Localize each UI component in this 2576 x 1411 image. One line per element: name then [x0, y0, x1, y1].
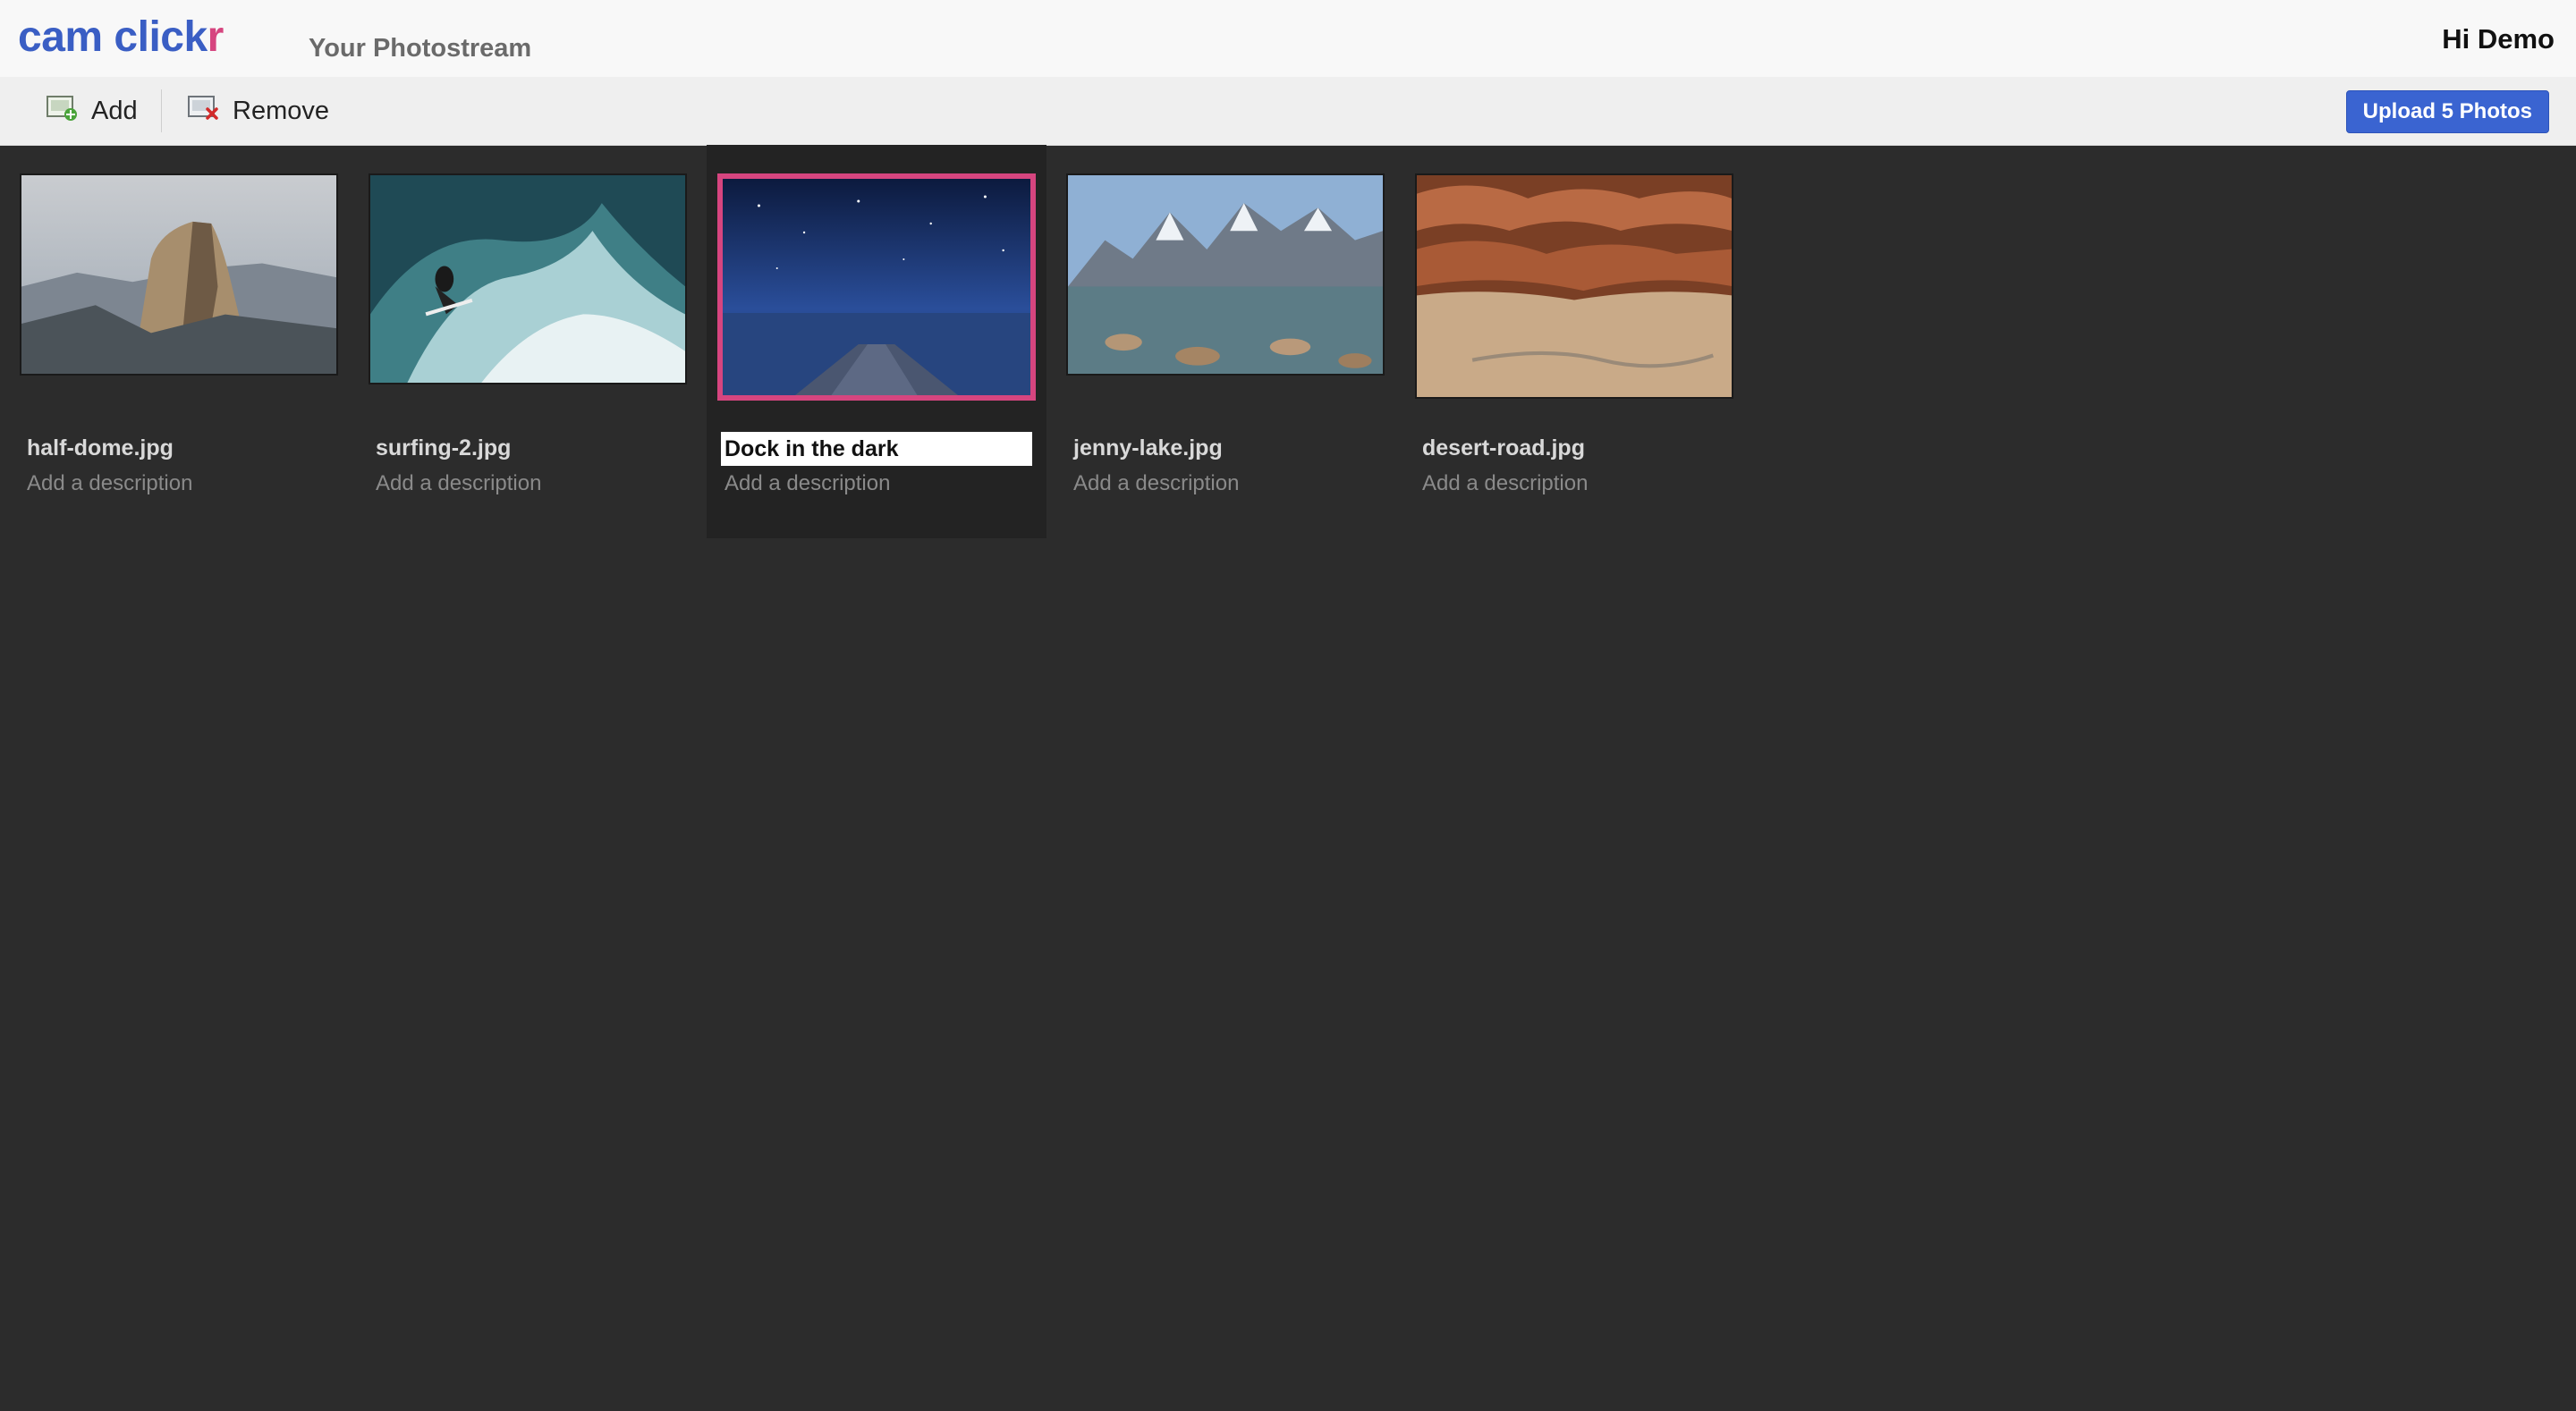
add-image-icon [47, 93, 79, 129]
photo-tile[interactable]: surfing-2.jpg Add a description [349, 145, 689, 538]
photo-description[interactable]: Add a description [1073, 471, 1239, 496]
photo-description[interactable]: Add a description [376, 471, 541, 496]
photo-thumbnail[interactable] [1415, 173, 1733, 399]
photo-description[interactable]: Add a description [724, 471, 890, 496]
add-button[interactable]: Add [47, 77, 138, 145]
photo-description[interactable]: Add a description [27, 471, 192, 496]
toolbar-divider [161, 89, 162, 132]
photo-thumbnail[interactable] [20, 173, 338, 376]
add-label: Add [91, 96, 138, 125]
user-greeting: Hi Demo [2442, 23, 2555, 55]
toolbar: Add Remove Upload 5 Photos [0, 77, 2576, 146]
remove-image-icon [188, 93, 220, 129]
remove-label: Remove [233, 96, 329, 125]
photo-description[interactable]: Add a description [1422, 471, 1588, 496]
photo-tile[interactable]: jenny-lake.jpg Add a description [1046, 145, 1386, 538]
app-header: cam clickr Your Photostream Hi Demo [0, 0, 2576, 77]
photo-tile[interactable]: desert-road.jpg Add a description [1395, 145, 1735, 538]
photo-thumbnail[interactable] [369, 173, 687, 384]
photo-title[interactable]: surfing-2.jpg [376, 435, 511, 461]
photo-tile[interactable]: half-dome.jpg Add a description [0, 145, 340, 538]
photo-title-input[interactable] [721, 432, 1032, 466]
remove-button[interactable]: Remove [188, 77, 329, 145]
photo-title[interactable]: half-dome.jpg [27, 435, 174, 461]
photo-thumbnail[interactable] [1066, 173, 1385, 376]
photo-title[interactable]: jenny-lake.jpg [1073, 435, 1223, 461]
page-title: Your Photostream [309, 34, 532, 63]
upload-photos-button[interactable]: Upload 5 Photos [2345, 90, 2549, 133]
logo-main-text: cam click [18, 13, 208, 61]
app-logo[interactable]: cam clickr [18, 13, 224, 62]
photo-title[interactable]: desert-road.jpg [1422, 435, 1585, 461]
photo-thumbnail[interactable] [717, 173, 1036, 401]
photo-tile-selected[interactable]: Add a description [707, 145, 1046, 538]
logo-accent-text: r [207, 13, 225, 61]
